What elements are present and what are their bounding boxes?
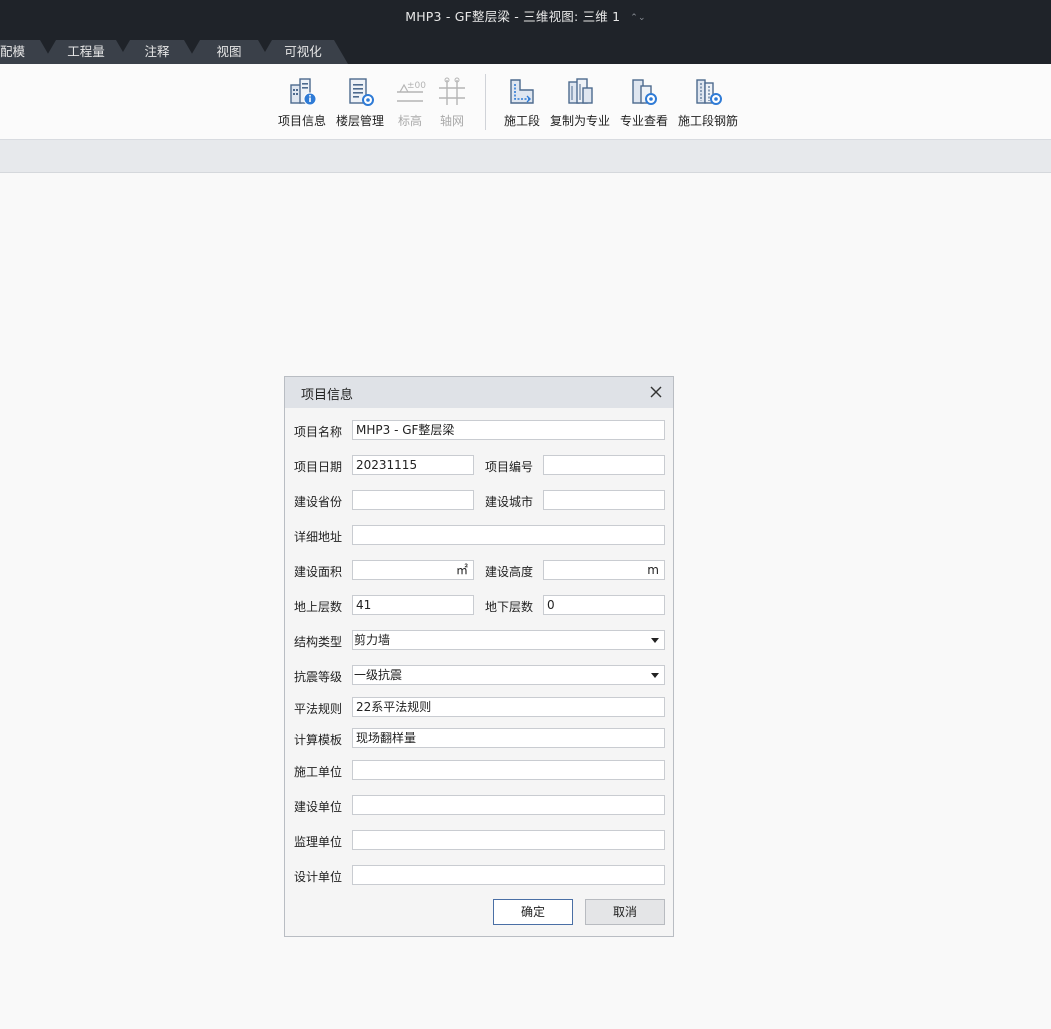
tab-annotation[interactable]: 注释 [116,40,198,64]
height-unit: m [647,563,659,577]
floors-above-label: 地上层数 [294,600,343,614]
city-label: 建设城市 [485,495,534,509]
elevation-label: 标高 [397,114,422,128]
project-info-button[interactable]: 项目信息 [277,76,327,132]
height-input[interactable]: m [543,560,665,580]
ribbon-panel: 项目信息 楼层管理 ±00 标高 轴网 施工段 复制为专业 专业查看 施工段钢筋 [0,64,1051,140]
area-unit: ㎡ [455,563,468,577]
copy-discipline-icon [568,78,593,104]
segment-rebar-button[interactable]: 施工段钢筋 [677,76,739,132]
tab-visualization[interactable]: 可视化 [258,40,348,64]
template-label: 计算模板 [294,733,343,747]
grid-label: 轴网 [439,114,464,128]
structure-type-label: 结构类型 [294,635,343,649]
elevation-icon: ±00 [397,81,426,102]
height-label: 建设高度 [485,565,534,579]
grid-button[interactable]: 轴网 [436,76,468,132]
discipline-view-label: 专业查看 [619,114,668,128]
dialog-title: 项目信息 [301,388,354,403]
project-name-input[interactable]: MHP3 - GF整层梁 [352,420,665,440]
floors-below-label: 地下层数 [485,600,534,614]
area-label: 建设面积 [294,565,343,579]
discipline-view-button[interactable]: 专业查看 [619,76,669,132]
segment-rebar-icon [696,79,722,105]
project-number-input[interactable] [543,455,665,475]
ribbon-tab-strip: 配模 工程量 注释 视图 可视化 [0,36,1051,64]
cancel-button[interactable]: 取消 [585,899,665,925]
structure-type-select[interactable]: 剪力墙 [352,630,665,650]
address-label: 详细地址 [294,530,343,544]
close-icon[interactable] [649,385,663,399]
rule-label: 平法规则 [294,702,343,716]
project-info-label: 项目信息 [277,114,326,128]
dropdown-arrow-icon [651,638,659,643]
construction-segment-label: 施工段 [503,114,540,128]
area-input[interactable]: ㎡ [352,560,474,580]
window-title-text: MHP3 - GF整层梁 - 三维视图: 三维 1 [405,9,621,24]
svg-text:±00: ±00 [407,81,426,91]
elevation-button[interactable]: ±00 标高 [394,76,426,132]
supervision-unit-input[interactable] [352,830,665,850]
project-date-input[interactable]: 20231115 [352,455,474,475]
rule-input[interactable]: 22系平法规则 [352,697,665,717]
address-input[interactable] [352,525,665,545]
construction-segment-icon [510,79,534,104]
dropdown-arrow-icon [651,673,659,678]
tab-quantity[interactable]: 工程量 [42,40,130,64]
construction-segment-button[interactable]: 施工段 [502,76,542,132]
floors-below-input[interactable]: 0 [543,595,665,615]
segment-rebar-label: 施工段钢筋 [677,114,738,128]
construction-unit-input[interactable] [352,760,665,780]
title-bar: MHP3 - GF整层梁 - 三维视图: 三维 1 ⌃⌄ [0,0,1051,36]
project-name-label: 项目名称 [294,425,343,439]
floor-manage-label: 楼层管理 [335,114,384,128]
tab-view[interactable]: 视图 [186,40,272,64]
template-input[interactable]: 现场翻样量 [352,728,665,748]
project-info-icon [290,78,317,106]
design-unit-label: 设计单位 [294,870,343,884]
seismic-grade-value: 一级抗震 [354,668,403,682]
project-info-dialog: 项目信息 项目名称 MHP3 - GF整层梁 项目日期 20231115 项目编… [284,376,674,937]
copy-to-discipline-button[interactable]: 复制为专业 [549,76,611,132]
supervision-unit-label: 监理单位 [294,835,343,849]
floor-manage-button[interactable]: 楼层管理 [335,76,385,132]
project-date-label: 项目日期 [294,460,343,474]
dialog-header: 项目信息 [285,377,673,408]
floors-above-input[interactable]: 41 [352,595,474,615]
design-unit-input[interactable] [352,865,665,885]
window-title: MHP3 - GF整层梁 - 三维视图: 三维 1 ⌃⌄ [0,6,1051,25]
ribbon-separator [485,74,486,130]
province-label: 建设省份 [294,495,343,509]
grid-icon [439,77,465,105]
owner-unit-input[interactable] [352,795,665,815]
copy-to-discipline-label: 复制为专业 [549,114,610,128]
province-input[interactable] [352,490,474,510]
project-number-label: 项目编号 [485,460,534,474]
structure-type-value: 剪力墙 [354,633,391,647]
seismic-grade-label: 抗震等级 [294,670,343,684]
floor-manage-icon [349,78,374,106]
seismic-grade-select[interactable]: 一级抗震 [352,665,665,685]
construction-unit-label: 施工单位 [294,765,343,779]
discipline-view-icon [632,79,657,105]
options-bar [0,140,1051,173]
ok-button[interactable]: 确定 [493,899,573,925]
city-input[interactable] [543,490,665,510]
owner-unit-label: 建设单位 [294,800,343,814]
chevron-updown-icon[interactable]: ⌃⌄ [630,13,645,23]
